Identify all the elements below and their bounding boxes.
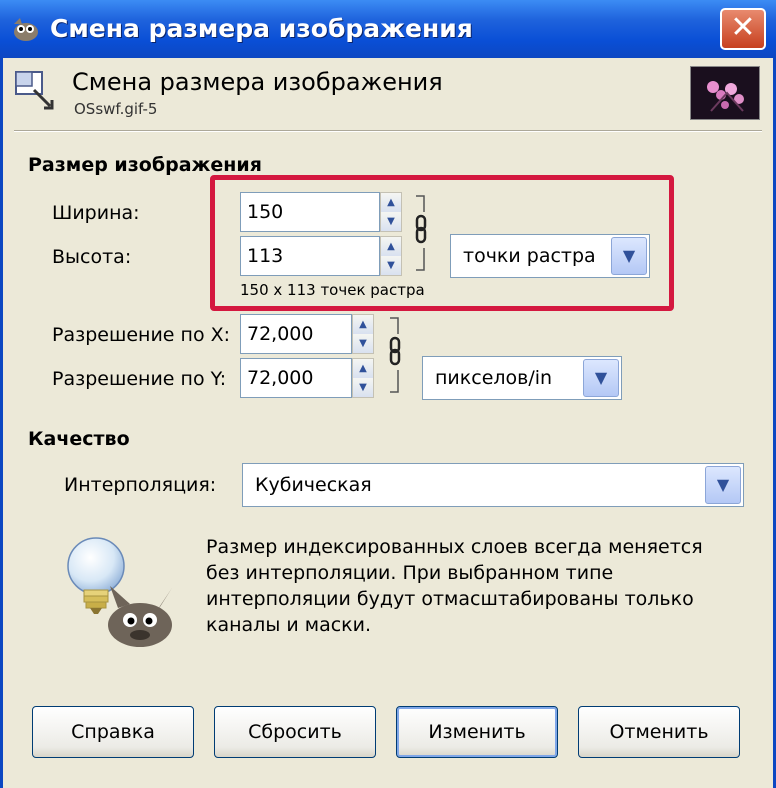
res-unit-select[interactable]: пикселов/in ▼	[422, 356, 622, 400]
header-separator	[14, 130, 762, 132]
interpolation-info-text: Размер индексированных слоев всегда меня…	[206, 536, 703, 636]
cancel-button[interactable]: Отменить	[578, 706, 740, 758]
chain-link-icon[interactable]	[388, 316, 402, 396]
res-y-input[interactable]: 72,000	[240, 358, 352, 398]
gimp-app-icon	[14, 18, 38, 41]
highlight-annotation	[210, 175, 674, 311]
help-button[interactable]: Справка	[32, 706, 194, 758]
window-title: Смена размера изображения	[50, 14, 473, 43]
res-unit-select-value: пикселов/in	[435, 367, 553, 389]
chevron-down-icon[interactable]: ▼	[583, 359, 619, 397]
chevron-down-icon[interactable]: ▼	[705, 466, 741, 504]
spin-up-icon[interactable]: ▲	[353, 359, 373, 379]
res-x-spinner[interactable]: ▲ ▼	[352, 314, 374, 354]
res-x-label: Разрешение по X:	[52, 324, 231, 346]
interpolation-label: Интерполяция:	[64, 474, 217, 496]
width-label: Ширина:	[52, 202, 140, 224]
res-y-spinner[interactable]: ▲ ▼	[352, 358, 374, 398]
res-y-label: Разрешение по Y:	[52, 368, 227, 390]
wilber-mascot-icon	[108, 586, 172, 647]
reset-button[interactable]: Сбросить	[214, 706, 376, 758]
spin-down-icon[interactable]: ▼	[353, 378, 373, 397]
close-button[interactable]: ✕	[720, 8, 766, 50]
resize-icon	[15, 71, 54, 110]
image-size-section-label: Размер изображения	[28, 154, 262, 176]
res-x-input[interactable]: 72,000	[240, 314, 352, 354]
close-icon: ✕	[730, 10, 756, 45]
dialog-header-subtitle: OSswf.gif-5	[74, 100, 158, 118]
quality-section-label: Качество	[28, 428, 130, 450]
spin-up-icon[interactable]: ▲	[353, 315, 373, 335]
spin-down-icon[interactable]: ▼	[353, 334, 373, 353]
height-label: Высота:	[52, 246, 132, 268]
image-thumbnail	[690, 66, 760, 120]
window-titlebar[interactable]: Смена размера изображения ✕	[0, 0, 776, 58]
interpolation-select-value: Кубическая	[255, 474, 372, 496]
interpolation-select[interactable]: Кубическая ▼	[242, 463, 744, 507]
dialog-header-title: Смена размера изображения	[72, 68, 443, 96]
resize-button[interactable]: Изменить	[396, 706, 558, 758]
